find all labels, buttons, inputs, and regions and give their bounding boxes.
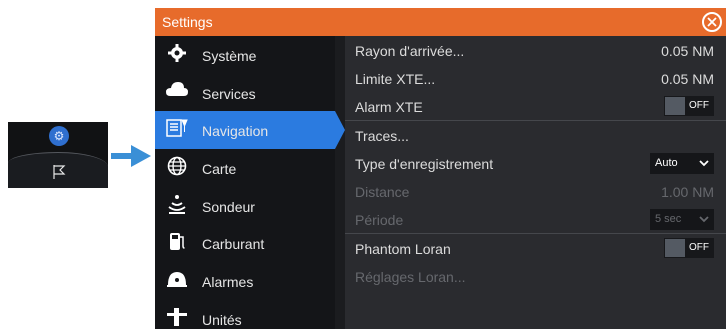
sidebar-item-alarmes[interactable]: Alarmes <box>155 262 335 300</box>
close-button[interactable] <box>702 12 722 32</box>
toggle-knob <box>665 97 685 115</box>
sidebar-item-label: Alarmes <box>202 274 254 291</box>
alarm-icon <box>165 269 189 291</box>
settings-gear-icon: ⚙ <box>49 126 69 146</box>
sidebar-item-navigation[interactable]: Navigation <box>155 111 345 150</box>
sidebar-item-label: Navigation <box>202 123 269 140</box>
xte-limit-label: Limite XTE... <box>355 71 436 87</box>
arrival-radius-label: Rayon d'arrivée... <box>355 43 465 59</box>
sidebar-item-systeme[interactable]: Système <box>155 36 335 74</box>
toggle-knob <box>665 239 685 257</box>
close-icon <box>707 17 717 27</box>
globe-icon <box>165 156 189 178</box>
navigation-icon <box>165 118 189 140</box>
record-type-value: Auto <box>655 157 678 169</box>
sidebar-item-label: Carburant <box>202 236 265 253</box>
xte-limit-value: 0.05 NM <box>661 71 714 87</box>
sidebar-item-carte[interactable]: Carte <box>155 149 335 187</box>
navigation-settings-panel: Rayon d'arrivée... 0.05 NM Limite XTE...… <box>345 36 726 329</box>
arrow-right-icon <box>111 145 151 167</box>
period-value: 5 sec <box>655 213 682 225</box>
tracks-label: Traces... <box>355 128 409 144</box>
toggle-state: OFF <box>689 242 709 253</box>
phantom-loran-label: Phantom Loran <box>355 241 451 257</box>
toggle-state: OFF <box>689 100 709 111</box>
title-bar: Settings <box>155 8 726 36</box>
sidebar-item-carburant[interactable]: Carburant <box>155 224 335 262</box>
sidebar-item-label: Services <box>202 85 256 102</box>
sidebar-item-label: Sondeur <box>202 198 255 215</box>
sidebar-item-sondeur[interactable]: Sondeur <box>155 187 335 225</box>
period-row: Période 5 sec <box>345 205 726 233</box>
waypoint-flag-icon <box>53 165 66 179</box>
period-select: 5 sec <box>650 209 714 230</box>
period-label: Période <box>355 212 404 228</box>
units-icon <box>165 307 189 329</box>
settings-sidebar: Système Services Navigation Carte Sondeu… <box>155 36 345 329</box>
phantom-loran-row: Phantom Loran OFF <box>345 233 726 262</box>
loran-settings-row: Réglages Loran... <box>345 262 726 290</box>
cloud-icon <box>165 81 189 103</box>
xte-limit-row[interactable]: Limite XTE... 0.05 NM <box>345 64 726 92</box>
gear-icon <box>165 43 189 65</box>
distance-row: Distance 1.00 NM <box>345 177 726 205</box>
distance-label: Distance <box>355 184 410 200</box>
sidebar-item-label: Unités <box>202 311 242 328</box>
chevron-down-icon <box>699 216 709 223</box>
record-type-label: Type d'enregistrement <box>355 156 494 172</box>
xte-alarm-toggle[interactable]: OFF <box>664 96 714 116</box>
loran-settings-label: Réglages Loran... <box>355 269 466 285</box>
phantom-loran-toggle[interactable]: OFF <box>664 238 714 258</box>
record-type-select[interactable]: Auto <box>650 153 714 174</box>
fuel-pump-icon <box>165 231 189 253</box>
chevron-down-icon <box>699 160 709 167</box>
sidebar-item-services[interactable]: Services <box>155 74 335 112</box>
xte-alarm-row: Alarm XTE OFF <box>345 92 726 120</box>
arrival-radius-row[interactable]: Rayon d'arrivée... 0.05 NM <box>345 36 726 64</box>
sidebar-item-unites[interactable]: Unités <box>155 300 335 329</box>
record-type-row: Type d'enregistrement Auto <box>345 149 726 177</box>
tracks-row[interactable]: Traces... <box>345 120 726 149</box>
sonar-icon <box>165 194 189 216</box>
home-thumbnail: ⚙ <box>8 122 108 188</box>
sidebar-item-label: Carte <box>202 161 237 178</box>
sidebar-item-label: Système <box>202 48 257 64</box>
settings-window: Settings Système Services Navigation Car… <box>155 8 726 329</box>
arrival-radius-value: 0.05 NM <box>661 43 714 59</box>
distance-value: 1.00 NM <box>661 184 714 200</box>
window-title: Settings <box>162 14 213 30</box>
xte-alarm-label: Alarm XTE <box>355 99 423 115</box>
